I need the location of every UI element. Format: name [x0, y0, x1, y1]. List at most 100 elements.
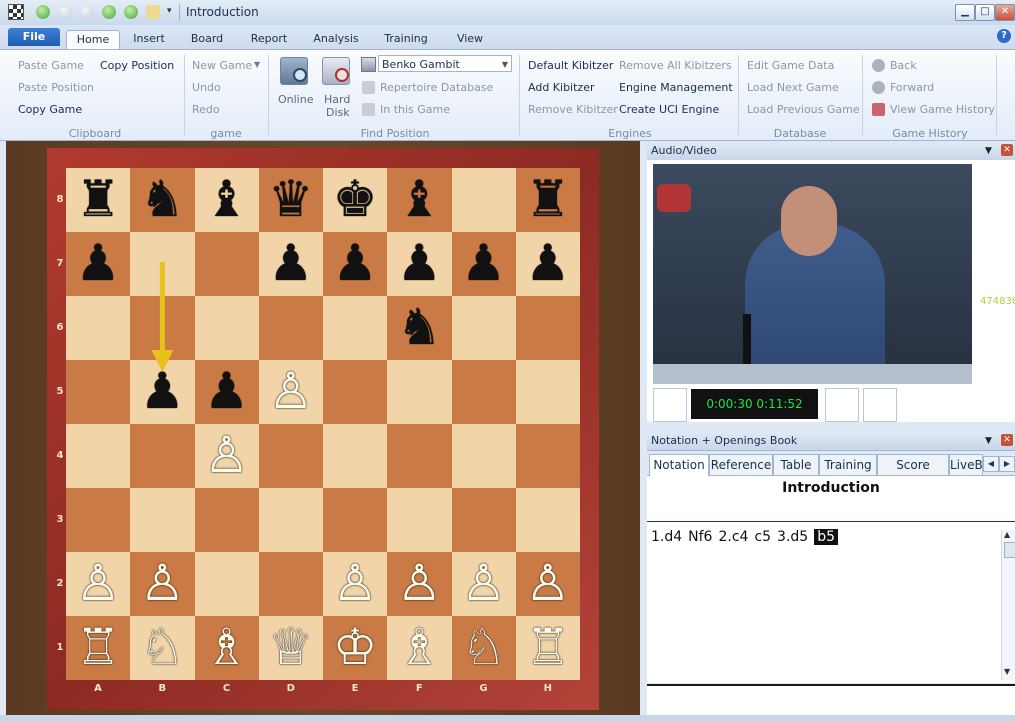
square-c6[interactable]	[194, 296, 259, 360]
repertoire-database-button[interactable]: Repertoire Database	[380, 81, 493, 94]
black-knight-icon[interactable]: ♞	[387, 296, 451, 360]
tab-notation[interactable]: Notation	[649, 454, 709, 476]
tab-training[interactable]: Training	[819, 454, 877, 475]
white-pawn-icon[interactable]: ♙	[516, 552, 580, 616]
scroll-up-icon[interactable]: ▲	[1004, 530, 1010, 539]
black-pawn-icon[interactable]: ♟	[387, 232, 451, 296]
tab-board[interactable]: Board	[184, 30, 230, 49]
splitter[interactable]	[647, 423, 1015, 431]
square-b4[interactable]	[130, 424, 195, 488]
add-kibitzer-button[interactable]: Add Kibitzer	[528, 81, 594, 94]
tab-liveb[interactable]: LiveB	[949, 454, 983, 475]
square-c2[interactable]	[194, 552, 259, 616]
move-token[interactable]: b5	[814, 529, 838, 545]
notation-input-area[interactable]	[647, 684, 1015, 717]
engine-management-button[interactable]: Engine Management	[619, 81, 733, 94]
quick-access-undo-icon[interactable]	[58, 5, 72, 19]
white-knight-icon[interactable]: ♘	[452, 616, 516, 680]
move-token[interactable]: 1.d4	[651, 529, 682, 545]
move-token[interactable]: c5	[754, 529, 771, 545]
scrollbar-thumb[interactable]	[1004, 542, 1015, 558]
quick-access-redo-icon[interactable]	[80, 5, 94, 19]
square-f4[interactable]	[387, 424, 452, 488]
white-pawn-icon[interactable]: ♙	[452, 552, 516, 616]
square-e3[interactable]	[323, 488, 388, 552]
square-d2[interactable]	[258, 552, 323, 616]
tab-scroll-right-icon[interactable]: ▶	[999, 456, 1015, 472]
back-button[interactable]: Back	[890, 59, 917, 72]
video-player[interactable]	[653, 164, 972, 384]
square-b3[interactable]	[130, 488, 195, 552]
move-token[interactable]: Nf6	[688, 529, 712, 545]
square-b7[interactable]	[130, 232, 195, 296]
black-bishop-icon[interactable]: ♝	[195, 168, 259, 232]
maximize-button[interactable]: □	[975, 4, 995, 21]
tab-training[interactable]: Training	[378, 30, 434, 49]
square-g4[interactable]	[451, 424, 516, 488]
online-search-icon[interactable]	[280, 57, 308, 85]
black-queen-icon[interactable]: ♛	[259, 168, 323, 232]
white-rook-icon[interactable]: ♖	[66, 616, 130, 680]
new-game-dropdown-icon[interactable]: ▼	[254, 60, 260, 69]
square-g8[interactable]	[451, 168, 516, 232]
square-a5[interactable]	[66, 360, 131, 424]
square-c7[interactable]	[194, 232, 259, 296]
minimize-button[interactable]: ▁	[955, 4, 975, 21]
square-h4[interactable]	[515, 424, 580, 488]
white-pawn-icon[interactable]: ♙	[66, 552, 130, 616]
black-pawn-icon[interactable]: ♟	[66, 232, 130, 296]
redo-button[interactable]: Redo	[192, 103, 220, 116]
square-h6[interactable]	[515, 296, 580, 360]
square-h5[interactable]	[515, 360, 580, 424]
undo-button[interactable]: Undo	[192, 81, 221, 94]
square-e5[interactable]	[323, 360, 388, 424]
black-king-icon[interactable]: ♚	[323, 168, 387, 232]
default-kibitzer-button[interactable]: Default Kibitzer	[528, 59, 613, 72]
square-a3[interactable]	[66, 488, 131, 552]
move-token[interactable]: 2.c4	[718, 529, 748, 545]
move-token[interactable]: 3.d5	[777, 529, 808, 545]
video-control-box[interactable]	[653, 388, 687, 422]
square-h3[interactable]	[515, 488, 580, 552]
close-icon[interactable]: ✕	[1001, 434, 1013, 446]
tab-reference[interactable]: Reference	[709, 454, 773, 475]
square-g6[interactable]	[451, 296, 516, 360]
white-pawn-icon[interactable]: ♙	[259, 360, 323, 424]
square-d6[interactable]	[258, 296, 323, 360]
black-rook-icon[interactable]: ♜	[66, 168, 130, 232]
square-a4[interactable]	[66, 424, 131, 488]
black-pawn-icon[interactable]: ♟	[516, 232, 580, 296]
white-bishop-icon[interactable]: ♗	[195, 616, 259, 680]
tab-analysis[interactable]: Analysis	[308, 30, 364, 49]
white-pawn-icon[interactable]: ♙	[323, 552, 387, 616]
quick-access-save-icon[interactable]	[36, 5, 50, 19]
square-d4[interactable]	[258, 424, 323, 488]
quick-access-customize-icon[interactable]: ▾	[167, 6, 172, 16]
white-queen-icon[interactable]: ♕	[259, 616, 323, 680]
tab-view[interactable]: View	[450, 30, 490, 49]
quick-access-back-icon[interactable]	[102, 5, 116, 19]
square-e4[interactable]	[323, 424, 388, 488]
video-control-box[interactable]	[825, 388, 859, 422]
white-king-icon[interactable]: ♔	[323, 616, 387, 680]
new-game-button[interactable]: New Game	[192, 59, 252, 72]
chevron-down-icon[interactable]: ▼	[985, 142, 992, 160]
white-pawn-icon[interactable]: ♙	[387, 552, 451, 616]
quick-access-forward-icon[interactable]	[124, 5, 138, 19]
paste-game-button[interactable]: Paste Game	[18, 59, 84, 72]
online-button-label[interactable]: Online	[278, 93, 313, 106]
white-rook-icon[interactable]: ♖	[516, 616, 580, 680]
black-pawn-icon[interactable]: ♟	[195, 360, 259, 424]
square-d3[interactable]	[258, 488, 323, 552]
remove-all-kibitzers-button[interactable]: Remove All Kibitzers	[619, 59, 732, 72]
load-previous-game-button[interactable]: Load Previous Game	[747, 103, 860, 116]
tab-report[interactable]: Report	[244, 30, 294, 49]
square-c3[interactable]	[194, 488, 259, 552]
black-bishop-icon[interactable]: ♝	[387, 168, 451, 232]
help-icon[interactable]: ?	[997, 29, 1011, 43]
tab-table[interactable]: Table	[773, 454, 819, 475]
square-b6[interactable]	[130, 296, 195, 360]
in-this-game-button[interactable]: In this Game	[380, 103, 450, 116]
copy-game-button[interactable]: Copy Game	[18, 103, 82, 116]
view-game-history-button[interactable]: View Game History	[890, 103, 995, 116]
